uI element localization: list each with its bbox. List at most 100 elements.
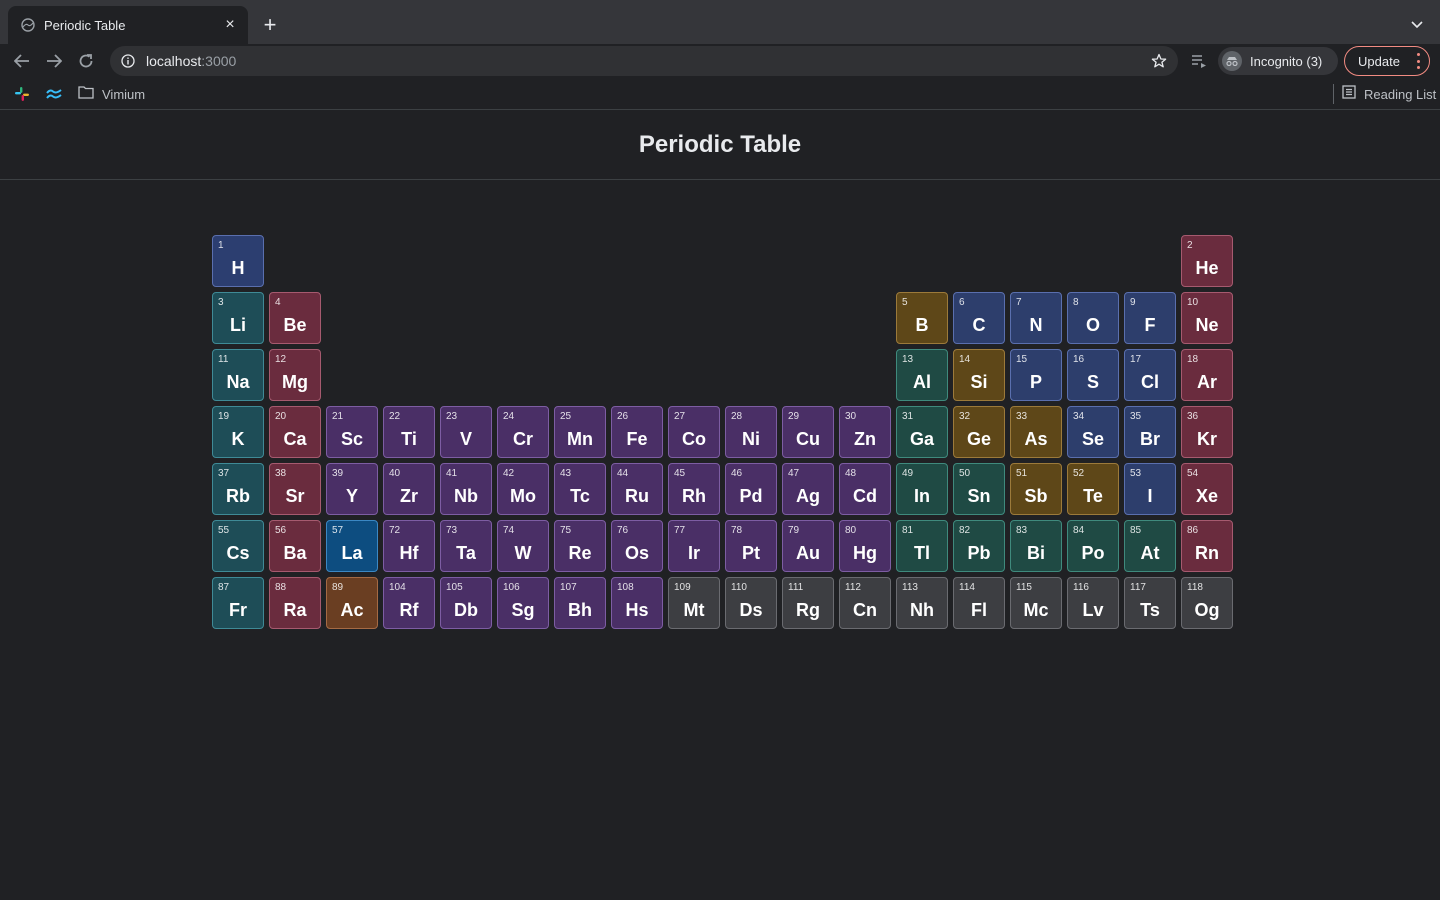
element-cell-mn[interactable]: 25 Mn [554, 406, 606, 458]
element-cell-og[interactable]: 118 Og [1181, 577, 1233, 629]
element-cell-rh[interactable]: 45 Rh [668, 463, 720, 515]
site-info-icon[interactable] [120, 53, 136, 69]
address-bar[interactable]: localhost:3000 [110, 46, 1178, 76]
element-cell-re[interactable]: 75 Re [554, 520, 606, 572]
element-cell-ge[interactable]: 32 Ge [953, 406, 1005, 458]
element-cell-ds[interactable]: 110 Ds [725, 577, 777, 629]
element-cell-mc[interactable]: 115 Mc [1010, 577, 1062, 629]
element-cell-zn[interactable]: 30 Zn [839, 406, 891, 458]
element-cell-hf[interactable]: 72 Hf [383, 520, 435, 572]
element-cell-cu[interactable]: 29 Cu [782, 406, 834, 458]
tab-search-chevron-icon[interactable] [1406, 14, 1428, 36]
tab-close-icon[interactable]: × [220, 15, 240, 35]
element-cell-f[interactable]: 9F [1124, 292, 1176, 344]
element-cell-sn[interactable]: 50 Sn [953, 463, 1005, 515]
element-cell-na[interactable]: 11 Na [212, 349, 264, 401]
element-cell-bi[interactable]: 83 Bi [1010, 520, 1062, 572]
forward-arrow-icon[interactable] [41, 48, 67, 74]
element-cell-at[interactable]: 85 At [1124, 520, 1176, 572]
element-cell-sc[interactable]: 21 Sc [326, 406, 378, 458]
element-cell-o[interactable]: 8O [1067, 292, 1119, 344]
element-cell-ba[interactable]: 56 Ba [269, 520, 321, 572]
element-cell-rf[interactable]: 104 Rf [383, 577, 435, 629]
element-cell-os[interactable]: 76 Os [611, 520, 663, 572]
element-cell-c[interactable]: 6C [953, 292, 1005, 344]
slack-icon[interactable] [13, 85, 31, 103]
element-cell-nb[interactable]: 41 Nb [440, 463, 492, 515]
element-cell-ra[interactable]: 88 Ra [269, 577, 321, 629]
element-cell-co[interactable]: 27 Co [668, 406, 720, 458]
element-cell-ac[interactable]: 89 Ac [326, 577, 378, 629]
element-cell-ta[interactable]: 73 Ta [440, 520, 492, 572]
element-cell-mg[interactable]: 12 Mg [269, 349, 321, 401]
element-cell-cn[interactable]: 112 Cn [839, 577, 891, 629]
element-cell-bh[interactable]: 107 Bh [554, 577, 606, 629]
element-cell-rg[interactable]: 111 Rg [782, 577, 834, 629]
element-cell-cs[interactable]: 55 Cs [212, 520, 264, 572]
element-cell-ag[interactable]: 47 Ag [782, 463, 834, 515]
element-cell-ti[interactable]: 22 Ti [383, 406, 435, 458]
element-cell-fe[interactable]: 26 Fe [611, 406, 663, 458]
element-cell-la[interactable]: 57 La [326, 520, 378, 572]
bookmark-star-icon[interactable] [1150, 52, 1168, 70]
element-cell-ir[interactable]: 77 Ir [668, 520, 720, 572]
element-cell-zr[interactable]: 40 Zr [383, 463, 435, 515]
reading-list-button[interactable]: Reading List [1333, 84, 1436, 104]
element-cell-kr[interactable]: 36 Kr [1181, 406, 1233, 458]
element-cell-p[interactable]: 15 P [1010, 349, 1062, 401]
profile-button[interactable]: Incognito (3) [1218, 47, 1338, 75]
element-cell-v[interactable]: 23 V [440, 406, 492, 458]
element-cell-be[interactable]: 4 Be [269, 292, 321, 344]
element-cell-n[interactable]: 7N [1010, 292, 1062, 344]
element-cell-xe[interactable]: 54 Xe [1181, 463, 1233, 515]
element-cell-k[interactable]: 19 K [212, 406, 264, 458]
tailwind-icon[interactable] [45, 85, 63, 103]
element-cell-mt[interactable]: 109 Mt [668, 577, 720, 629]
element-cell-cl[interactable]: 17 Cl [1124, 349, 1176, 401]
element-cell-b[interactable]: 5B [896, 292, 948, 344]
element-cell-he[interactable]: 2 He [1181, 235, 1233, 287]
back-arrow-icon[interactable] [9, 48, 35, 74]
element-cell-lv[interactable]: 116 Lv [1067, 577, 1119, 629]
element-cell-ne[interactable]: 10 Ne [1181, 292, 1233, 344]
element-cell-nh[interactable]: 113 Nh [896, 577, 948, 629]
element-cell-al[interactable]: 13 Al [896, 349, 948, 401]
element-cell-w[interactable]: 74 W [497, 520, 549, 572]
element-cell-h[interactable]: 1H [212, 235, 264, 287]
element-cell-s[interactable]: 16 S [1067, 349, 1119, 401]
new-tab-button[interactable]: + [257, 12, 283, 38]
element-cell-se[interactable]: 34 Se [1067, 406, 1119, 458]
element-cell-ca[interactable]: 20 Ca [269, 406, 321, 458]
element-cell-mo[interactable]: 42 Mo [497, 463, 549, 515]
element-cell-ts[interactable]: 117 Ts [1124, 577, 1176, 629]
element-cell-rn[interactable]: 86 Rn [1181, 520, 1233, 572]
element-cell-po[interactable]: 84 Po [1067, 520, 1119, 572]
element-cell-fl[interactable]: 114 Fl [953, 577, 1005, 629]
element-cell-tc[interactable]: 43 Tc [554, 463, 606, 515]
element-cell-as[interactable]: 33 As [1010, 406, 1062, 458]
element-cell-si[interactable]: 14 Si [953, 349, 1005, 401]
element-cell-in[interactable]: 49 In [896, 463, 948, 515]
element-cell-db[interactable]: 105 Db [440, 577, 492, 629]
element-cell-pd[interactable]: 46 Pd [725, 463, 777, 515]
element-cell-sg[interactable]: 106 Sg [497, 577, 549, 629]
tab-active[interactable]: Periodic Table × [8, 6, 248, 44]
element-cell-hg[interactable]: 80 Hg [839, 520, 891, 572]
element-cell-au[interactable]: 79 Au [782, 520, 834, 572]
element-cell-i[interactable]: 53 I [1124, 463, 1176, 515]
element-cell-sr[interactable]: 38 Sr [269, 463, 321, 515]
reload-icon[interactable] [73, 48, 99, 74]
element-cell-pb[interactable]: 82 Pb [953, 520, 1005, 572]
element-cell-li[interactable]: 3 Li [212, 292, 264, 344]
element-cell-br[interactable]: 35 Br [1124, 406, 1176, 458]
element-cell-tl[interactable]: 81 Tl [896, 520, 948, 572]
element-cell-cd[interactable]: 48 Cd [839, 463, 891, 515]
bookmark-folder-vimium[interactable]: Vimium [78, 84, 145, 104]
update-button[interactable]: Update [1344, 46, 1430, 76]
element-cell-hs[interactable]: 108 Hs [611, 577, 663, 629]
element-cell-pt[interactable]: 78 Pt [725, 520, 777, 572]
element-cell-ga[interactable]: 31 Ga [896, 406, 948, 458]
element-cell-cr[interactable]: 24 Cr [497, 406, 549, 458]
element-cell-fr[interactable]: 87 Fr [212, 577, 264, 629]
element-cell-rb[interactable]: 37 Rb [212, 463, 264, 515]
